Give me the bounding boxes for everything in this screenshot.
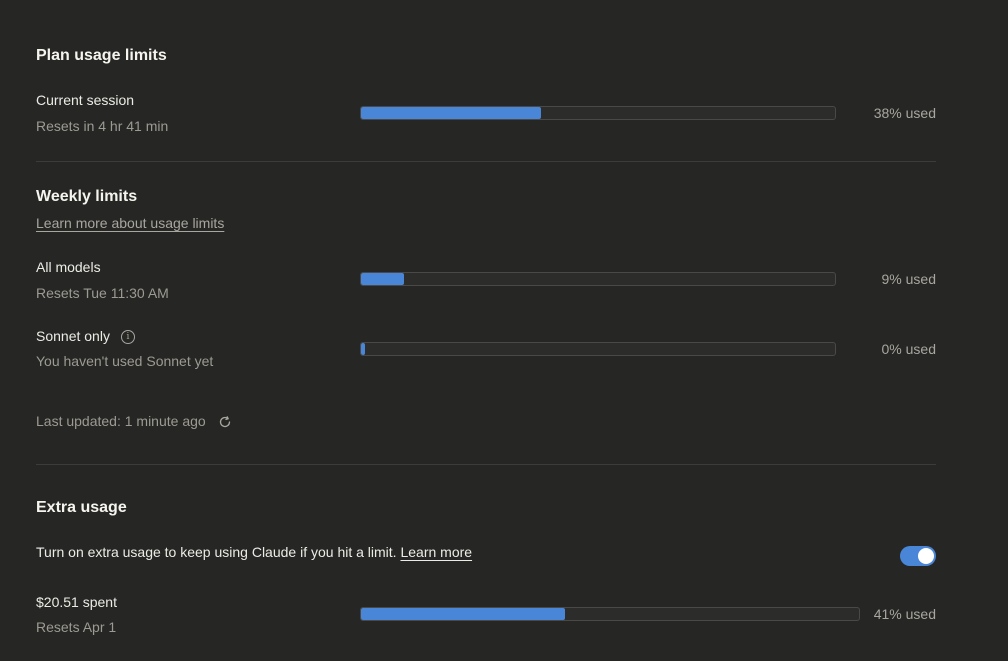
current-session-progress-bar <box>360 106 836 120</box>
extra-usage-spent: $20.51 spent <box>36 594 117 610</box>
all-models-resets: Resets Tue 11:30 AM <box>36 285 169 301</box>
current-session-label: Current session <box>36 92 135 108</box>
extra-usage-resets: Resets Apr 1 <box>36 619 117 635</box>
current-session-resets: Resets in 4 hr 41 min <box>36 118 169 134</box>
toggle-knob <box>918 548 934 564</box>
extra-usage-learn-more-link[interactable]: Learn more <box>400 544 472 560</box>
extra-usage-progress-fill <box>361 608 566 620</box>
plan-usage-title: Plan usage limits <box>36 47 167 64</box>
last-updated-text: Last updated: 1 minute ago <box>36 413 206 429</box>
sonnet-only-sub: You haven't used Sonnet yet <box>36 353 214 369</box>
sonnet-only-progress-fill <box>361 343 365 355</box>
extra-usage-description: Turn on extra usage to keep using Claude… <box>36 543 472 561</box>
all-models-progress-fill <box>361 273 404 285</box>
learn-more-usage-limits-link[interactable]: Learn more about usage limits <box>36 214 224 232</box>
section-divider <box>36 161 936 162</box>
refresh-icon[interactable] <box>218 415 232 429</box>
sonnet-only-label: Sonnet only <box>36 328 110 344</box>
extra-usage-toggle[interactable] <box>900 546 936 566</box>
sonnet-only-progress-bar <box>360 342 836 356</box>
current-session-progress-fill <box>361 107 542 119</box>
all-models-label: All models <box>36 259 101 275</box>
extra-usage-progress-bar <box>360 607 860 621</box>
extra-usage-percent: 41% used <box>873 606 936 622</box>
all-models-usage-percent: 9% used <box>881 271 936 287</box>
weekly-limits-title: Weekly limits <box>36 188 138 205</box>
all-models-progress-bar <box>360 272 836 286</box>
current-session-usage-percent: 38% used <box>873 105 936 121</box>
section-divider <box>36 464 936 465</box>
extra-usage-title: Extra usage <box>36 499 127 516</box>
extra-usage-description-text: Turn on extra usage to keep using Claude… <box>36 544 397 560</box>
info-icon[interactable]: i <box>121 330 135 344</box>
sonnet-only-usage-percent: 0% used <box>881 341 936 357</box>
